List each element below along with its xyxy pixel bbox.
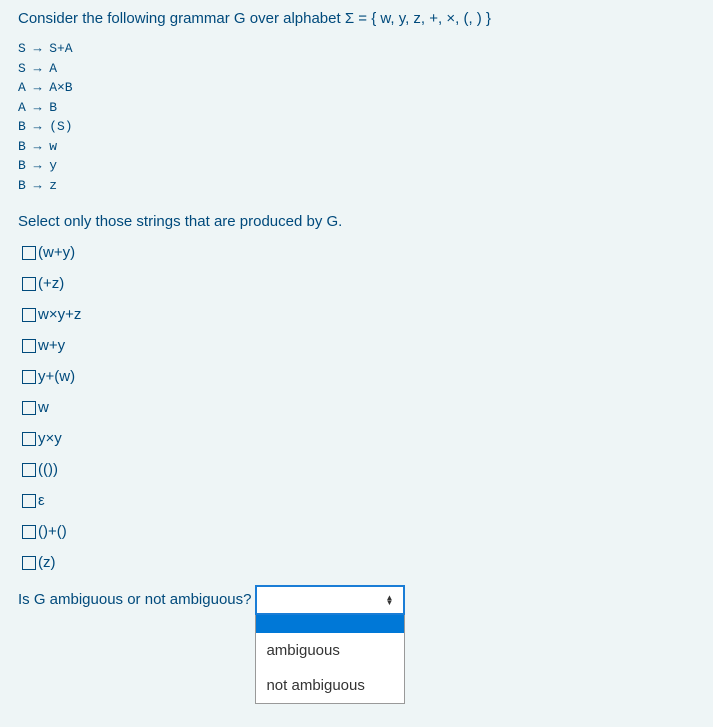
dropdown-option-empty[interactable] [256, 615, 404, 633]
option-label: w [38, 399, 49, 416]
option-label: ()+() [38, 523, 67, 540]
grammar-line: B → w [18, 137, 695, 157]
options-list: (w+y) (+z) w×y+z w+y y+(w) w y×y (()) [22, 244, 695, 571]
ambiguous-label: Is G ambiguous or not ambiguous? [18, 585, 251, 608]
option-label: y×y [38, 430, 62, 447]
option-row: y×y [22, 430, 695, 447]
option-row: (()) [22, 461, 695, 478]
checkbox[interactable] [22, 556, 36, 570]
dropdown-option-ambiguous[interactable]: ambiguous [256, 633, 404, 668]
option-label: w×y+z [38, 306, 81, 323]
ambiguous-question-row: Is G ambiguous or not ambiguous? ▲ ▼ amb… [18, 585, 695, 615]
grammar-line: A → A×B [18, 78, 695, 98]
checkbox[interactable] [22, 308, 36, 322]
checkbox[interactable] [22, 401, 36, 415]
option-row: ()+() [22, 523, 695, 540]
grammar-prompt: Consider the following grammar G over al… [18, 10, 695, 27]
option-label: (+z) [38, 275, 64, 292]
grammar-line: S → S+A [18, 39, 695, 59]
option-row: (z) [22, 554, 695, 571]
ambiguous-dropdown[interactable]: ▲ ▼ [255, 585, 405, 615]
dropdown-option-not-ambiguous[interactable]: not ambiguous [256, 668, 404, 703]
grammar-line: B → y [18, 156, 695, 176]
checkbox[interactable] [22, 277, 36, 291]
option-label: w+y [38, 337, 65, 354]
dropdown-wrapper: ▲ ▼ ambiguous not ambiguous [255, 585, 405, 615]
checkbox[interactable] [22, 463, 36, 477]
checkbox[interactable] [22, 370, 36, 384]
checkbox[interactable] [22, 494, 36, 508]
option-label: y+(w) [38, 368, 75, 385]
checkbox[interactable] [22, 525, 36, 539]
option-label: (z) [38, 554, 56, 571]
option-label: (w+y) [38, 244, 75, 261]
option-row: w×y+z [22, 306, 695, 323]
option-row: w [22, 399, 695, 416]
grammar-line: A → B [18, 98, 695, 118]
grammar-line: B → z [18, 176, 695, 196]
select-prompt: Select only those strings that are produ… [18, 213, 695, 230]
checkbox[interactable] [22, 339, 36, 353]
checkbox[interactable] [22, 246, 36, 260]
option-row: ε [22, 492, 695, 509]
option-label: ε [38, 492, 45, 509]
option-label: (()) [38, 461, 58, 478]
grammar-line: B → (S) [18, 117, 695, 137]
dropdown-options: ambiguous not ambiguous [255, 615, 405, 704]
option-row: (+z) [22, 275, 695, 292]
option-row: y+(w) [22, 368, 695, 385]
option-row: (w+y) [22, 244, 695, 261]
checkbox[interactable] [22, 432, 36, 446]
grammar-line: S → A [18, 59, 695, 79]
chevron-updown-icon: ▲ ▼ [386, 595, 394, 605]
grammar-rules: S → S+A S → A A → A×B A → B B → (S) B → … [18, 39, 695, 195]
option-row: w+y [22, 337, 695, 354]
